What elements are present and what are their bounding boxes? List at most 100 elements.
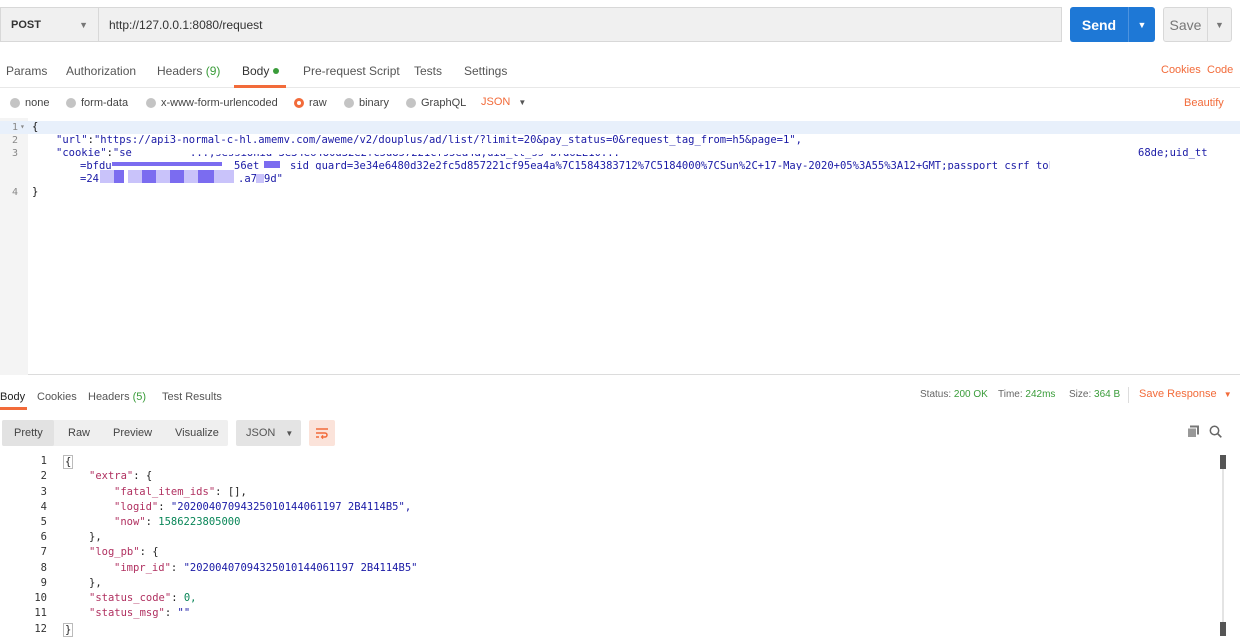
json-key: "extra" xyxy=(89,470,134,482)
json-close-logpb: }, xyxy=(89,577,102,589)
radio-urlencoded-label: x-www-form-urlencoded xyxy=(161,97,278,109)
time-readout: Time: 242ms xyxy=(998,389,1055,400)
search-icon[interactable] xyxy=(1209,425,1222,441)
view-pretty-button[interactable]: Pretty xyxy=(14,427,43,439)
response-format-select[interactable]: JSON ▼ xyxy=(236,420,301,446)
redaction-mark xyxy=(184,170,198,183)
fold-arrow-icon[interactable]: ▾ xyxy=(20,122,25,131)
radio-none-label: none xyxy=(25,97,50,109)
json-key: "log_pb" xyxy=(89,546,140,558)
save-button[interactable]: Save ▼ xyxy=(1163,7,1232,42)
tab-pre-request-script[interactable]: Pre-request Script xyxy=(303,64,400,78)
url-input[interactable]: http://127.0.0.1:8080/request xyxy=(98,7,1062,42)
redaction-mark xyxy=(100,170,114,183)
divider xyxy=(1128,387,1129,403)
tab-headers[interactable]: Headers (9) xyxy=(157,64,220,78)
chevron-down-icon: ▼ xyxy=(79,19,88,30)
time-label: Time: xyxy=(998,389,1023,400)
redaction-mark xyxy=(156,170,170,183)
response-format-label: JSON xyxy=(246,427,276,439)
radio-urlencoded[interactable]: x-www-form-urlencoded xyxy=(146,97,278,109)
json-line-extra: "extra": { xyxy=(89,470,153,482)
radio-binary-label: binary xyxy=(359,97,389,109)
radio-selected-icon xyxy=(294,98,304,108)
resp-tab-headers[interactable]: Headers (5) xyxy=(88,391,146,403)
scrollbar-thumb-top[interactable] xyxy=(1220,455,1226,469)
json-key: "fatal_item_ids" xyxy=(114,486,216,498)
json-value: "20200407094325010144061197 2B4114B5" xyxy=(183,562,418,574)
response-body-viewer[interactable]: 1 2 3 4 5 6 7 8 9 10 11 12 { "extra": { … xyxy=(0,453,1240,644)
save-options-chevron-icon[interactable]: ▼ xyxy=(1208,20,1231,30)
code-line-cookie: "cookie":"se xyxy=(56,147,132,159)
time-value: 242ms xyxy=(1025,389,1056,400)
redaction-mark xyxy=(256,174,264,183)
cookie-end: 68de;uid_tt xyxy=(1138,147,1208,159)
json-key: "status_msg" xyxy=(89,607,165,619)
line-number: 2 xyxy=(40,470,47,482)
radio-circle-icon xyxy=(344,98,354,108)
code-link[interactable]: Code xyxy=(1207,64,1233,76)
radio-form-data[interactable]: form-data xyxy=(66,97,128,109)
cookie-key: "cookie" xyxy=(56,147,107,159)
view-raw-button[interactable]: Raw xyxy=(68,427,90,439)
code-line-url: "url":"https://api3-normal-c-hl.amemv.co… xyxy=(56,134,802,146)
request-body-editor[interactable]: 1 ▾ 2 3 4 { "url":"https://api3-normal-c… xyxy=(0,118,1240,375)
chevron-down-icon: ▼ xyxy=(518,98,527,107)
view-visualize-button[interactable]: Visualize xyxy=(175,427,219,439)
json-line-impr: "impr_id": "20200407094325010144061197 2… xyxy=(114,562,418,574)
size-label: Size: xyxy=(1069,389,1092,400)
cookie-line3-mid: .a7 xyxy=(238,173,257,185)
copy-icon[interactable] xyxy=(1187,425,1200,441)
line-number: 4 xyxy=(40,501,47,513)
resp-tab-body[interactable]: Body xyxy=(0,391,25,403)
cookie-line2-mid: 56et xyxy=(234,160,260,172)
json-key: "now" xyxy=(114,516,146,528)
tab-tests[interactable]: Tests xyxy=(414,64,442,78)
radio-none[interactable]: none xyxy=(10,97,49,109)
radio-graphql[interactable]: GraphQL xyxy=(406,97,466,109)
request-tabs: Params Authorization Headers (9) Body Pr… xyxy=(0,54,1240,88)
resp-tab-test-results[interactable]: Test Results xyxy=(162,391,222,403)
cookies-link[interactable]: Cookies xyxy=(1161,64,1201,76)
resp-tab-cookies[interactable]: Cookies xyxy=(37,391,77,403)
resp-tab-headers-label: Headers xyxy=(88,391,130,403)
url-value: http://127.0.0.1:8080/request xyxy=(109,17,263,32)
send-label: Send xyxy=(1081,16,1117,33)
line-number: 4 xyxy=(11,187,18,198)
json-line-now: "now": 1586223805000 xyxy=(114,516,241,528)
line-number: 11 xyxy=(34,607,47,619)
wrap-lines-button[interactable] xyxy=(309,420,335,446)
json-key: "logid" xyxy=(114,501,159,513)
view-preview-button[interactable]: Preview xyxy=(113,427,152,439)
scrollbar-thumb-bottom[interactable] xyxy=(1220,622,1226,636)
tab-settings[interactable]: Settings xyxy=(464,64,507,78)
send-button[interactable]: Send ▼ xyxy=(1070,7,1155,42)
scrollbar-track[interactable] xyxy=(1222,469,1224,622)
line-number: 10 xyxy=(34,592,47,604)
json-line-status-code: "status_code": 0, xyxy=(89,592,197,604)
code-close-brace: } xyxy=(32,186,39,198)
tab-headers-label: Headers xyxy=(157,64,203,78)
chevron-down-icon: ▼ xyxy=(285,428,294,438)
method-select[interactable]: POST ▼ xyxy=(0,7,98,42)
radio-graphql-label: GraphQL xyxy=(421,97,467,109)
body-format-select[interactable]: JSON ▼ xyxy=(481,96,526,108)
send-options-chevron-icon[interactable]: ▼ xyxy=(1129,20,1155,30)
tab-authorization[interactable]: Authorization xyxy=(66,64,136,78)
radio-binary[interactable]: binary xyxy=(344,97,389,109)
url-key: "url" xyxy=(56,134,88,146)
save-response-button[interactable]: Save Response ▼ xyxy=(1139,388,1232,400)
line-number: 7 xyxy=(40,546,47,558)
active-tab-indicator xyxy=(234,85,286,88)
cookie-line3-end: 9d" xyxy=(264,173,283,185)
line-number: 12 xyxy=(34,623,47,635)
radio-raw[interactable]: raw xyxy=(294,97,327,109)
tab-body[interactable]: Body xyxy=(242,64,280,78)
cookie-part-a: ...;sessionid=3e34e6480d32e2fc5d857221cf… xyxy=(190,147,620,159)
url-value: "https://api3-normal-c-hl.amemv.com/awem… xyxy=(93,134,802,146)
tab-params[interactable]: Params xyxy=(6,64,47,78)
json-value: [], xyxy=(227,486,247,498)
line-number: 1 xyxy=(40,455,47,467)
beautify-link[interactable]: Beautify xyxy=(1184,97,1224,109)
active-line-highlight xyxy=(0,121,1240,134)
